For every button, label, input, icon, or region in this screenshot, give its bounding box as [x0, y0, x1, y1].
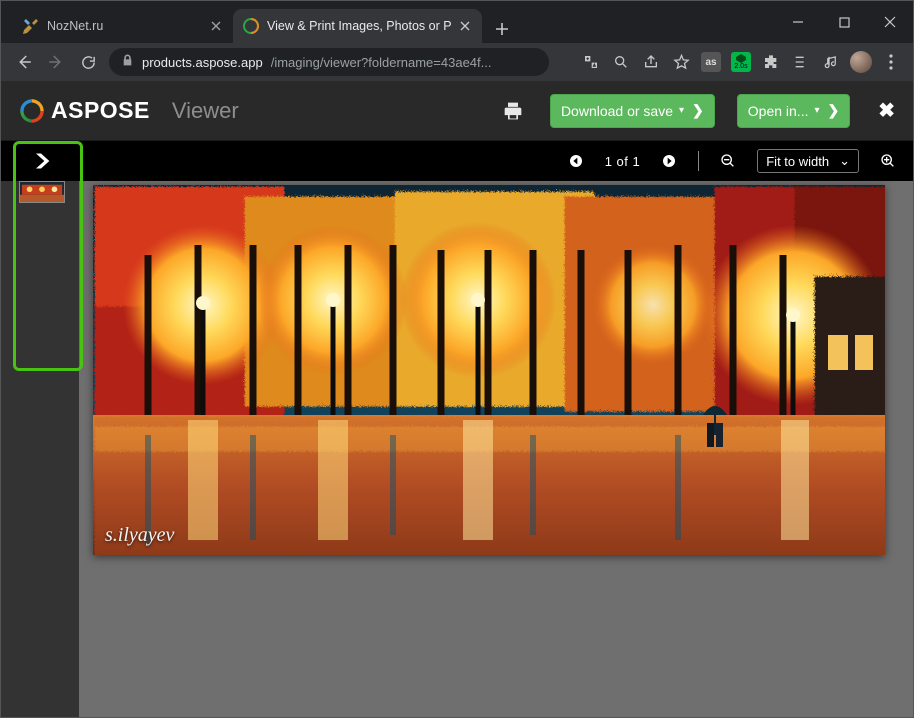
reload-button[interactable]	[73, 47, 103, 77]
zoom-icon[interactable]	[607, 48, 635, 76]
select-label: Fit to width	[766, 154, 829, 169]
url-input[interactable]: products.aspose.app/imaging/viewer?folde…	[109, 48, 549, 76]
lastfm-extension-icon[interactable]: as	[697, 48, 725, 76]
tab-title: View & Print Images, Photos or P	[267, 19, 452, 33]
aspose-favicon-icon	[243, 18, 259, 34]
separator	[698, 151, 699, 171]
next-page-button[interactable]	[658, 150, 680, 172]
aspose-logo[interactable]: ASPOSE	[19, 97, 150, 124]
close-window-button[interactable]	[867, 1, 913, 43]
lock-icon	[121, 54, 134, 70]
caret-down-icon: ▾	[679, 105, 684, 116]
minimize-button[interactable]	[775, 1, 821, 43]
zoom-mode-select[interactable]: Fit to width ⌄	[757, 149, 859, 173]
viewer-canvas[interactable]: s.ilyayev	[79, 181, 913, 717]
toggle-sidebar-button[interactable]	[17, 141, 75, 181]
tab-aspose-viewer[interactable]: View & Print Images, Photos or P	[233, 9, 482, 43]
viewer-toolbar: 1 of 1 Fit to width ⌄	[1, 141, 913, 181]
prev-page-button[interactable]	[565, 150, 587, 172]
aspose-logo-icon	[19, 98, 45, 124]
chevron-right-icon: ❯	[828, 102, 840, 119]
button-label: Download or save	[561, 103, 673, 119]
displayed-image: s.ilyayev	[93, 185, 885, 555]
window-titlebar: NozNet.ru View & Print Images, Photos or…	[1, 1, 913, 43]
print-button[interactable]	[498, 96, 528, 126]
translate-icon[interactable]	[577, 48, 605, 76]
kebab-menu-icon[interactable]	[877, 48, 905, 76]
reading-list-icon[interactable]	[787, 48, 815, 76]
wrench-icon	[23, 18, 39, 34]
download-save-button[interactable]: Download or save ▾ ❯	[550, 94, 715, 128]
app-title: Viewer	[172, 98, 239, 124]
open-in-button[interactable]: Open in... ▾ ❯	[737, 94, 850, 128]
media-icon[interactable]	[817, 48, 845, 76]
artist-signature: s.ilyayev	[105, 524, 174, 547]
close-icon[interactable]	[209, 19, 223, 33]
button-label: Open in...	[748, 103, 809, 119]
page-indicator: 1 of 1	[605, 154, 641, 169]
adblock-extension-icon[interactable]: 2.0s	[727, 48, 755, 76]
forward-button[interactable]	[41, 47, 71, 77]
close-icon[interactable]	[458, 19, 472, 33]
tab-noznet[interactable]: NozNet.ru	[13, 9, 233, 43]
new-tab-button[interactable]	[488, 15, 516, 43]
app-header: ASPOSE Viewer Download or save ▾ ❯ Open …	[1, 81, 913, 141]
zoom-in-button[interactable]	[877, 150, 899, 172]
star-icon[interactable]	[667, 48, 695, 76]
toolbar-right: as 2.0s	[577, 48, 905, 76]
caret-down-icon: ▾	[814, 105, 819, 116]
extensions-icon[interactable]	[757, 48, 785, 76]
address-bar: products.aspose.app/imaging/viewer?folde…	[1, 43, 913, 81]
window-controls	[775, 1, 913, 43]
page-thumbnail[interactable]	[19, 181, 65, 203]
chevron-down-icon: ⌄	[839, 153, 850, 169]
back-button[interactable]	[9, 47, 39, 77]
work-area: s.ilyayev	[1, 181, 913, 717]
share-icon[interactable]	[637, 48, 665, 76]
tab-title: NozNet.ru	[47, 19, 203, 33]
chevron-right-icon: ❯	[692, 102, 704, 119]
tab-strip: NozNet.ru View & Print Images, Photos or…	[1, 1, 516, 43]
zoom-out-button[interactable]	[717, 150, 739, 172]
url-host: products.aspose.app	[142, 55, 263, 70]
brand-text: ASPOSE	[51, 97, 150, 124]
url-path: /imaging/viewer?foldername=43ae4f...	[271, 55, 492, 70]
maximize-button[interactable]	[821, 1, 867, 43]
close-viewer-button[interactable]: ✖	[878, 98, 895, 123]
thumbnail-sidebar	[1, 181, 79, 717]
profile-avatar[interactable]	[847, 48, 875, 76]
